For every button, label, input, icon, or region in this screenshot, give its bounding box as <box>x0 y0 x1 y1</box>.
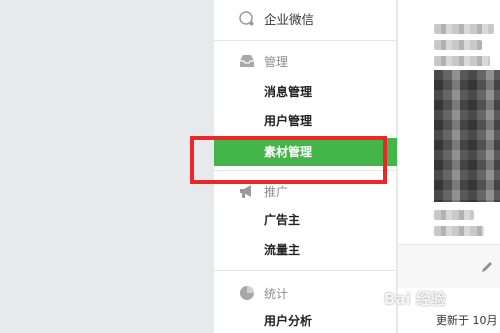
blurred-text <box>434 40 482 50</box>
section-label: 推广 <box>264 185 289 199</box>
sidebar-item-user-analysis[interactable]: 用户分析 <box>214 308 397 333</box>
blurred-text <box>434 56 490 66</box>
card-footer <box>398 244 500 288</box>
blurred-text <box>434 210 474 220</box>
sidebar-item-label: 企业微信 <box>264 12 315 27</box>
baidu-watermark: Bai 经验 <box>384 290 446 308</box>
sidebar-item-publisher[interactable]: 流量主 <box>214 237 397 263</box>
blurred-text <box>434 24 494 34</box>
section-statistics: 统计 <box>214 282 397 306</box>
sidebar-item-label: 用户管理 <box>264 114 313 128</box>
divider <box>214 40 397 41</box>
material-thumbnail[interactable] <box>434 70 500 202</box>
sidebar-item-label: 广告主 <box>264 213 301 227</box>
sidebar-item-label: 消息管理 <box>264 85 313 99</box>
sidebar-item-label: 流量主 <box>264 243 301 257</box>
inbox-icon <box>238 52 256 70</box>
pie-chart-icon <box>238 284 256 302</box>
sidebar-item-wecom[interactable]: 企业微信 <box>214 8 397 32</box>
highlight-annotation-box <box>190 136 387 184</box>
background-area <box>0 0 214 333</box>
divider <box>214 270 397 271</box>
sidebar-item-label: 用户分析 <box>264 314 313 328</box>
sidebar-item-messages[interactable]: 消息管理 <box>214 79 397 105</box>
wecom-icon <box>238 10 256 28</box>
megaphone-icon <box>238 182 256 200</box>
edit-pencil-icon[interactable] <box>480 259 494 273</box>
update-time: 更新于 10月 <box>436 314 498 327</box>
section-label: 统计 <box>264 287 289 301</box>
blurred-text <box>434 226 484 236</box>
section-label: 管理 <box>264 55 289 69</box>
sidebar-item-advertiser[interactable]: 广告主 <box>214 207 397 233</box>
sidebar-item-users[interactable]: 用户管理 <box>214 108 397 134</box>
section-manage: 管理 <box>214 50 397 74</box>
